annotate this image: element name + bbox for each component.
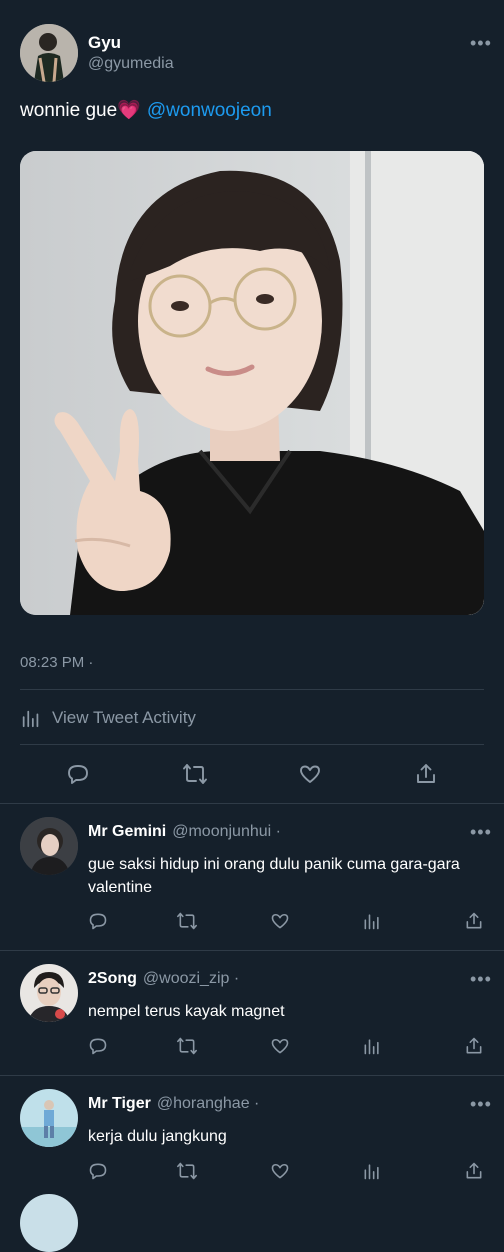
- heart-icon[interactable]: [270, 1161, 290, 1181]
- reply-tweet[interactable]: Mr Gemini @moonjunhui · ••• gue saksi hid…: [0, 803, 504, 950]
- heart-emoji: 💗: [117, 100, 141, 121]
- divider: [20, 744, 484, 745]
- reply-header: Mr Tiger @horanghae ·: [88, 1095, 259, 1113]
- heart-icon[interactable]: [270, 1036, 290, 1056]
- tweet-body: wonnie gue: [20, 100, 118, 121]
- reply-header: 2Song @woozi_zip ·: [88, 970, 239, 988]
- view-activity-link[interactable]: View Tweet Activity: [20, 706, 196, 730]
- retweet-icon[interactable]: [182, 762, 208, 786]
- analytics-icon[interactable]: [362, 1161, 382, 1181]
- divider: [20, 689, 484, 690]
- avatar-image: [20, 817, 78, 875]
- reply-icon[interactable]: [88, 1161, 108, 1181]
- avatar-image: [20, 24, 78, 82]
- reply-author-name[interactable]: 2Song: [88, 970, 137, 987]
- avatar-image: [20, 1089, 78, 1147]
- more-icon[interactable]: •••: [470, 1095, 492, 1113]
- author-handle[interactable]: @gyumedia: [88, 55, 174, 73]
- reply-header: Mr Gemini @moonjunhui ·: [88, 823, 281, 841]
- more-icon[interactable]: •••: [470, 823, 492, 841]
- tweet-timestamp[interactable]: 08:23 PM ·: [20, 654, 93, 671]
- share-icon[interactable]: [464, 1161, 484, 1181]
- reply-author-handle[interactable]: @horanghae ·: [157, 1095, 260, 1112]
- analytics-icon[interactable]: [362, 911, 382, 931]
- heart-icon[interactable]: [270, 911, 290, 931]
- reply-author-name[interactable]: Mr Gemini: [88, 823, 166, 840]
- reply-author-handle[interactable]: @moonjunhui ·: [172, 823, 281, 840]
- heart-icon[interactable]: [298, 762, 322, 786]
- retweet-icon[interactable]: [176, 1036, 198, 1056]
- mention-link[interactable]: @wonwoojeon: [147, 100, 272, 121]
- share-icon[interactable]: [414, 762, 438, 786]
- activity-label: View Tweet Activity: [52, 708, 196, 727]
- tweet-photo[interactable]: [20, 151, 484, 615]
- avatar-image: [20, 964, 78, 1022]
- reply-text: nempel terus kayak magnet: [88, 1003, 285, 1020]
- reply-tweet[interactable]: Mr Tiger @horanghae · ••• kerja dulu jang…: [0, 1075, 504, 1200]
- next-reply-avatar[interactable]: [20, 1194, 78, 1252]
- author-name[interactable]: Gyu: [88, 33, 121, 53]
- reply-avatar[interactable]: [20, 817, 78, 875]
- analytics-icon: [22, 710, 39, 728]
- tweet-text: wonnie gue💗 @wonwoojeon: [20, 98, 272, 122]
- reply-author-name[interactable]: Mr Tiger: [88, 1095, 151, 1112]
- reply-text: kerja dulu jangkung: [88, 1128, 227, 1145]
- reply-tweet[interactable]: 2Song @woozi_zip · ••• nempel terus kayak…: [0, 950, 504, 1075]
- retweet-icon[interactable]: [176, 1161, 198, 1181]
- reply-icon[interactable]: [88, 1036, 108, 1056]
- share-icon[interactable]: [464, 1036, 484, 1056]
- photo-image: [20, 151, 484, 615]
- author-avatar[interactable]: [20, 24, 78, 82]
- reply-avatar[interactable]: [20, 1089, 78, 1147]
- analytics-icon[interactable]: [362, 1036, 382, 1056]
- reply-avatar[interactable]: [20, 964, 78, 1022]
- reply-author-handle[interactable]: @woozi_zip ·: [143, 970, 239, 987]
- more-icon[interactable]: •••: [470, 34, 492, 52]
- reply-icon[interactable]: [88, 911, 108, 931]
- reply-text: gue saksi hidup ini orang dulu panik cum…: [88, 856, 460, 896]
- reply-icon[interactable]: [66, 762, 90, 786]
- retweet-icon[interactable]: [176, 911, 198, 931]
- more-icon[interactable]: •••: [470, 970, 492, 988]
- share-icon[interactable]: [464, 911, 484, 931]
